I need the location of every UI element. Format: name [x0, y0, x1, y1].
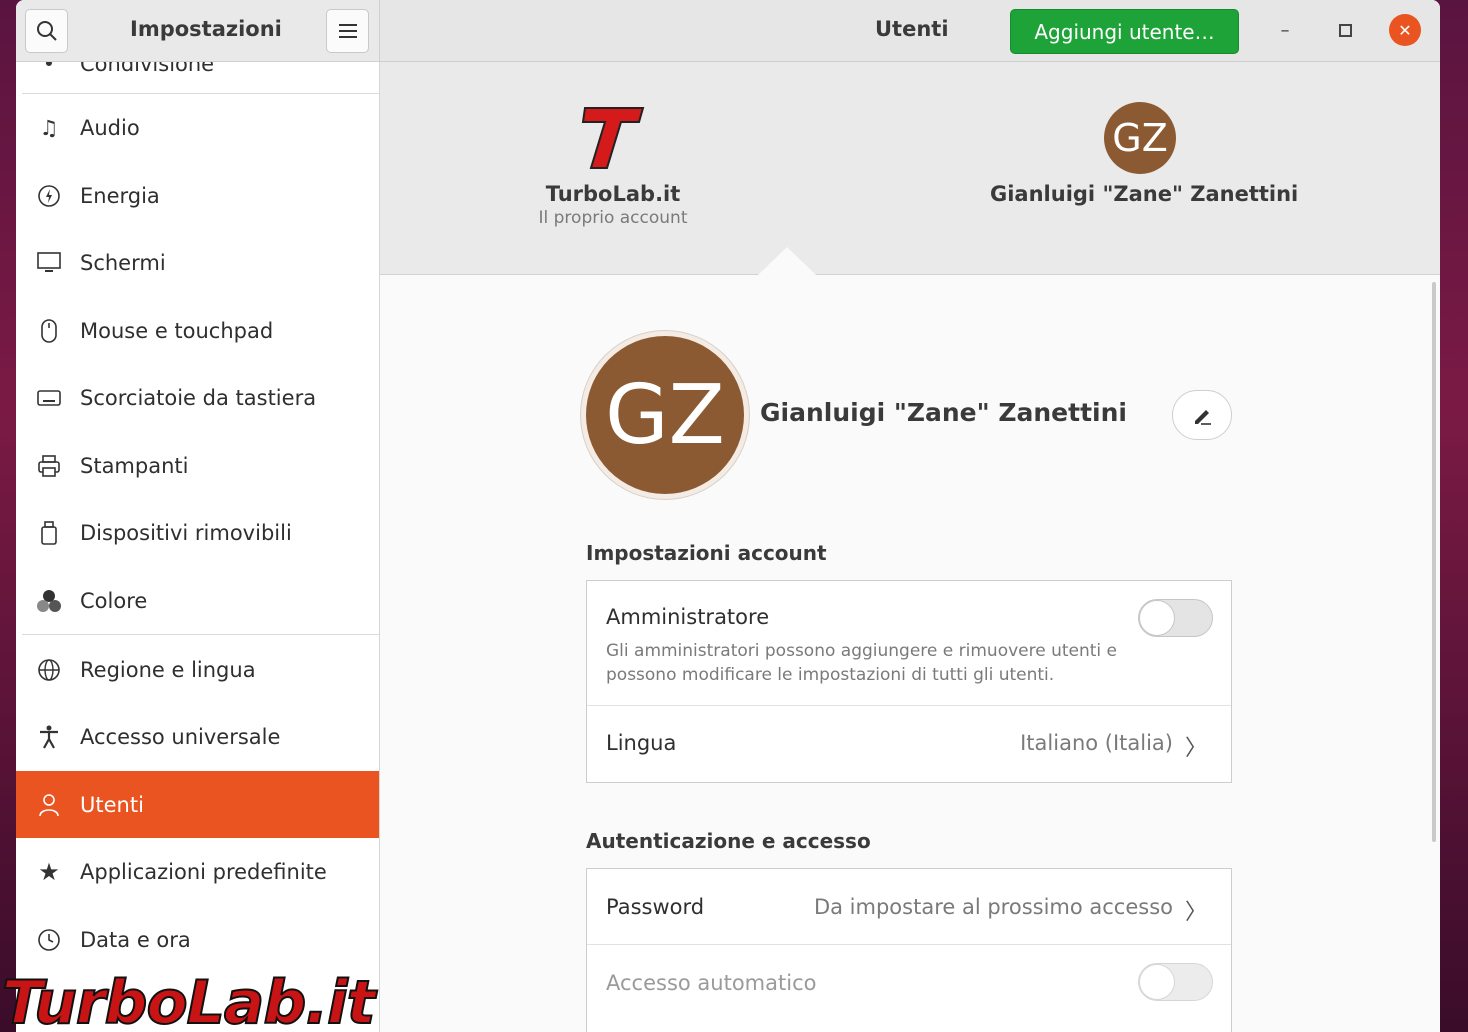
power-icon — [18, 184, 80, 208]
edit-name-button[interactable] — [1172, 390, 1232, 440]
user-subtitle: Il proprio account — [538, 208, 688, 228]
sidebar-item-accesso-universale[interactable]: Accesso universale — [16, 703, 379, 770]
user-list: TurboLab.it Il proprio account GZ Gianlu… — [380, 62, 1440, 275]
auth-settings-box: Password Da impostare al prossimo access… — [586, 868, 1232, 1032]
selection-pointer — [758, 247, 816, 275]
sidebar-item-scorciatoie[interactable]: Scorciatoie da tastiera — [16, 364, 379, 431]
language-value: Italiano (Italia) — [1020, 731, 1173, 755]
sidebar-item-label: Scorciatoie da tastiera — [80, 385, 317, 410]
user-full-name: Gianluigi "Zane" Zanettini — [760, 398, 1127, 427]
section-title-auth: Autenticazione e accesso — [586, 829, 871, 853]
avatar: GZ — [1104, 102, 1176, 174]
sidebar-item-utenti[interactable]: Utenti — [16, 771, 379, 838]
settings-window: Impostazioni Utenti Aggiungi utente… – ✕… — [16, 0, 1440, 1032]
user-icon — [18, 793, 80, 817]
sidebar-item-mouse[interactable]: Mouse e touchpad — [16, 297, 379, 364]
admin-row: Amministratore Gli amministratori posson… — [587, 581, 1231, 706]
add-user-button[interactable]: Aggiungi utente… — [1010, 9, 1239, 54]
search-button[interactable] — [25, 9, 68, 53]
sidebar-item-label: Energia — [80, 183, 160, 208]
close-icon: ✕ — [1398, 20, 1412, 40]
sidebar-item-dispositivi[interactable]: Dispositivi rimovibili — [16, 499, 379, 566]
search-icon — [36, 21, 57, 41]
sidebar: • Condivisione ♫ Audio Energia Schermi M… — [16, 62, 380, 1032]
sidebar-item-label: Data e ora — [80, 927, 191, 952]
minimize-button[interactable]: – — [1269, 14, 1301, 46]
sidebar-title: Impostazioni — [130, 17, 282, 41]
toggle-knob — [1139, 600, 1175, 636]
star-icon: ★ — [38, 857, 60, 886]
sidebar-item-label: Regione e lingua — [80, 657, 256, 682]
sidebar-item-schermi[interactable]: Schermi — [16, 229, 379, 296]
content-header: Utenti Aggiungi utente… – ✕ — [380, 0, 1440, 62]
avatar-large[interactable]: GZ — [586, 336, 744, 494]
share-icon: • — [42, 62, 56, 76]
music-note-icon: ♫ — [39, 115, 59, 140]
sidebar-item-audio[interactable]: ♫ Audio — [16, 94, 379, 161]
printer-icon — [18, 454, 80, 478]
password-value: Da impostare al prossimo accesso — [813, 895, 1173, 919]
mouse-icon — [18, 318, 80, 343]
minimize-icon: – — [1280, 19, 1290, 41]
sidebar-item-label: Accesso universale — [80, 724, 281, 749]
sidebar-divider — [22, 634, 379, 635]
globe-icon — [18, 658, 80, 682]
chevron-right-icon: 〉 — [1184, 736, 1207, 761]
clock-icon — [18, 928, 80, 952]
scrollbar[interactable] — [1432, 282, 1436, 842]
sidebar-item-stampanti[interactable]: Stampanti — [16, 432, 379, 499]
close-button[interactable]: ✕ — [1389, 14, 1421, 46]
admin-description: Gli amministratori possono aggiungere e … — [606, 641, 1118, 685]
usb-drive-icon — [18, 520, 80, 545]
user-name: TurboLab.it — [545, 182, 681, 206]
sidebar-item-label: Audio — [80, 115, 140, 140]
sidebar-item-energia[interactable]: Energia — [16, 162, 379, 229]
keyboard-icon — [18, 389, 80, 406]
accessibility-icon — [18, 725, 80, 749]
sidebar-item-label: Condivisione — [80, 62, 215, 76]
autologin-row: Accesso automatico — [587, 945, 1231, 1021]
sidebar-item-label: Applicazioni predefinite — [80, 859, 327, 884]
account-settings-box: Amministratore Gli amministratori posson… — [586, 580, 1232, 783]
admin-toggle[interactable] — [1138, 599, 1213, 637]
page-title: Utenti — [875, 17, 949, 41]
sidebar-item-data-ora[interactable]: Data e ora — [16, 906, 379, 973]
sidebar-header: Impostazioni — [16, 0, 380, 62]
color-icon — [18, 589, 80, 613]
password-label: Password — [606, 895, 705, 919]
user-card-turbolab[interactable]: TurboLab.it Il proprio account — [530, 102, 696, 228]
admin-label: Amministratore — [606, 605, 770, 629]
maximize-button[interactable] — [1329, 14, 1361, 46]
sidebar-item-regione[interactable]: Regione e lingua — [16, 636, 379, 703]
sidebar-item-label: Colore — [80, 588, 148, 613]
language-row[interactable]: Lingua Italiano (Italia) 〉 — [587, 706, 1231, 782]
menu-button[interactable] — [326, 9, 369, 53]
turbolab-logo — [581, 107, 645, 169]
sidebar-item-label: Stampanti — [80, 453, 189, 478]
password-row[interactable]: Password Da impostare al prossimo access… — [587, 869, 1231, 945]
autologin-toggle[interactable] — [1138, 963, 1213, 1001]
sidebar-item-label: Utenti — [80, 792, 144, 817]
language-label: Lingua — [606, 731, 677, 755]
watermark: TurboLab.it — [1, 967, 376, 1032]
user-details: GZ Gianluigi "Zane" Zanettini Impostazio… — [380, 276, 1440, 1032]
display-icon — [18, 251, 80, 274]
user-name: Gianluigi "Zane" Zanettini — [990, 182, 1299, 206]
maximize-icon — [1338, 23, 1352, 37]
sidebar-item-colore[interactable]: Colore — [16, 567, 379, 634]
sidebar-item-label: Dispositivi rimovibili — [80, 520, 292, 545]
sidebar-item-condivisione[interactable]: • Condivisione — [16, 62, 379, 97]
pencil-icon — [1195, 410, 1211, 425]
section-title-account: Impostazioni account — [586, 541, 827, 565]
autologin-label: Accesso automatico — [606, 971, 817, 995]
sidebar-item-label: Mouse e touchpad — [80, 318, 274, 343]
hamburger-icon — [338, 24, 357, 38]
user-card-gz[interactable]: GZ Gianluigi "Zane" Zanettini — [990, 102, 1299, 206]
chevron-right-icon: 〉 — [1184, 900, 1207, 925]
toggle-knob — [1139, 964, 1175, 1000]
sidebar-item-applicazioni[interactable]: ★ Applicazioni predefinite — [16, 838, 379, 905]
sidebar-item-label: Schermi — [80, 250, 166, 275]
